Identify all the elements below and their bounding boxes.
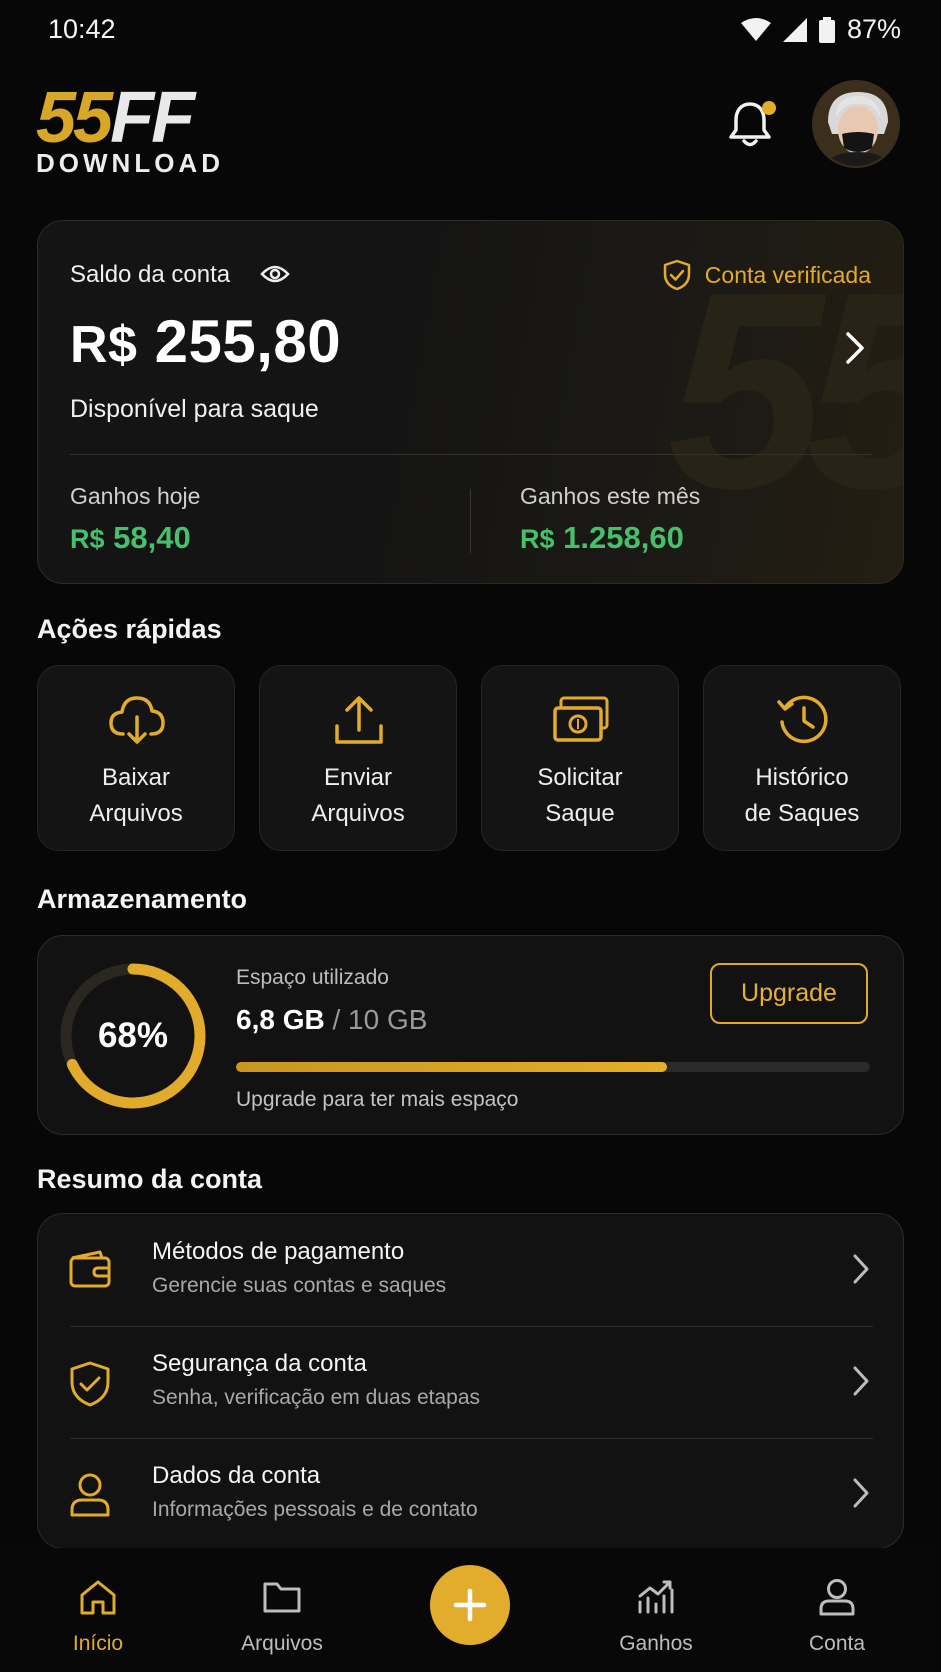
home-icon bbox=[80, 1580, 116, 1615]
quick-actions-title: Ações rápidas bbox=[37, 614, 222, 644]
chevron-right-icon[interactable] bbox=[845, 331, 865, 365]
user-icon bbox=[70, 1473, 110, 1517]
avatar[interactable] bbox=[812, 80, 900, 168]
wallet-icon bbox=[69, 1250, 111, 1288]
balance-subtitle: Disponível para saque bbox=[70, 395, 319, 423]
upload-files-button[interactable]: Enviar Arquivos bbox=[259, 665, 457, 851]
earnings-today: Ganhos hoje R$ 58,40 bbox=[70, 483, 201, 555]
chevron-right-icon bbox=[853, 1254, 869, 1284]
verified-badge: Conta verificada bbox=[663, 259, 871, 291]
shield-check-icon bbox=[663, 259, 691, 291]
app-logo: 55FF DOWNLOAD bbox=[36, 82, 256, 178]
earnings-month: Ganhos este mês R$ 1.258,60 bbox=[520, 483, 701, 555]
account-security-row[interactable]: Segurança da conta Senha, verificação em… bbox=[38, 1326, 905, 1438]
balance-label: Saldo da conta bbox=[70, 261, 231, 288]
plus-icon bbox=[453, 1588, 487, 1622]
history-icon bbox=[777, 695, 828, 744]
battery-percent: 87% bbox=[846, 14, 901, 44]
storage-percent: 68% bbox=[97, 1016, 169, 1055]
chevron-right-icon bbox=[853, 1366, 869, 1396]
balance-card[interactable]: 55 Saldo da conta Conta verificada R$ 25… bbox=[37, 220, 904, 584]
space-used-label: Espaço utilizado bbox=[236, 966, 389, 989]
account-summary-title: Resumo da conta bbox=[37, 1164, 263, 1194]
add-button[interactable] bbox=[430, 1565, 510, 1645]
upgrade-hint: Upgrade para ter mais espaço bbox=[236, 1088, 519, 1111]
signal-icon bbox=[782, 17, 807, 42]
chart-icon bbox=[638, 1580, 674, 1614]
balance-amount: R$ 255,80 bbox=[70, 308, 342, 375]
account-summary-card: Métodos de pagamento Gerencie suas conta… bbox=[37, 1213, 904, 1549]
status-time: 10:42 bbox=[48, 14, 116, 44]
status-icons: 87% bbox=[740, 14, 901, 45]
request-withdrawal-button[interactable]: Solicitar Saque bbox=[481, 665, 679, 851]
cloud-download-icon bbox=[109, 696, 165, 744]
download-files-button[interactable]: Baixar Arquivos bbox=[37, 665, 235, 851]
divider bbox=[70, 454, 873, 455]
storage-progress-fill bbox=[236, 1062, 668, 1072]
chevron-right-icon bbox=[853, 1478, 869, 1508]
cash-icon bbox=[553, 696, 609, 742]
nav-earnings[interactable]: Ganhos bbox=[586, 1578, 726, 1656]
upgrade-button[interactable]: Upgrade bbox=[710, 963, 868, 1024]
nav-account[interactable]: Conta bbox=[767, 1578, 907, 1656]
nav-files[interactable]: Arquivos bbox=[212, 1578, 352, 1656]
status-bar: 10:42 87% bbox=[0, 0, 941, 62]
storage-progress-bar bbox=[236, 1062, 870, 1072]
wifi-icon bbox=[740, 17, 771, 41]
storage-title: Armazenamento bbox=[37, 884, 248, 914]
divider-vertical bbox=[470, 489, 471, 553]
user-icon bbox=[819, 1579, 855, 1616]
shield-check-icon bbox=[70, 1361, 110, 1407]
eye-icon[interactable] bbox=[260, 264, 290, 284]
folder-icon bbox=[263, 1582, 301, 1613]
payment-methods-row[interactable]: Métodos de pagamento Gerencie suas conta… bbox=[38, 1214, 905, 1326]
upload-icon bbox=[335, 696, 383, 744]
logo-subtitle: DOWNLOAD bbox=[36, 148, 224, 178]
notification-dot bbox=[762, 101, 776, 115]
avatar-image bbox=[814, 82, 898, 166]
withdrawal-history-button[interactable]: Histórico de Saques bbox=[703, 665, 901, 851]
nav-home[interactable]: Início bbox=[28, 1578, 168, 1656]
space-used-value: 6,8 GB / 10 GB bbox=[236, 1004, 428, 1035]
battery-icon bbox=[818, 16, 835, 43]
account-data-row[interactable]: Dados da conta Informações pessoais e de… bbox=[38, 1438, 905, 1550]
storage-card: 68% Espaço utilizado 6,8 GB / 10 GB Upgr… bbox=[37, 935, 904, 1135]
